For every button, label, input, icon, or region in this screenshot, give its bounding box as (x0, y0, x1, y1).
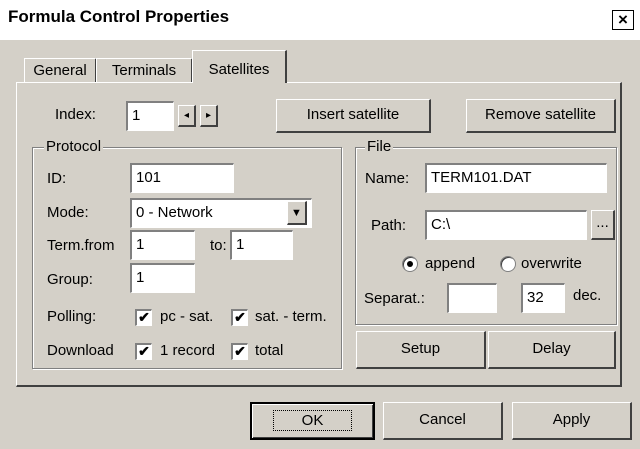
separat-label: Separat.: (364, 290, 425, 307)
separator-code-field[interactable]: 32 (521, 283, 565, 313)
name-field[interactable]: TERM101.DAT (425, 163, 607, 193)
one-record-checkbox[interactable]: ✔ (135, 343, 152, 360)
index-field[interactable]: 1 (126, 101, 174, 131)
delay-button[interactable]: Delay (488, 331, 616, 369)
index-next-button[interactable]: ▸ (200, 105, 218, 127)
dec-label: dec. (573, 287, 602, 304)
term-from-label: Term.from (47, 237, 115, 254)
protocol-group-label: Protocol (44, 138, 104, 155)
append-label: append (425, 255, 476, 272)
window-title: Formula Control Properties (8, 7, 230, 26)
polling-label: Polling: (47, 308, 97, 325)
path-label: Path: (371, 217, 407, 234)
checkmark-icon: ✔ (138, 343, 150, 359)
setup-button[interactable]: Setup (356, 331, 486, 369)
path-field[interactable]: C:\ (425, 210, 587, 240)
sat-term-checkbox[interactable]: ✔ (231, 309, 248, 326)
pc-sat-checkbox[interactable]: ✔ (135, 309, 152, 326)
term-to-field[interactable]: 1 (230, 230, 293, 260)
apply-button[interactable]: Apply (512, 402, 632, 440)
tab-general[interactable]: General (24, 58, 97, 83)
tab-terminals[interactable]: Terminals (96, 58, 193, 83)
mode-label: Mode: (47, 204, 89, 221)
ok-label: OK (272, 410, 353, 431)
remove-satellite-button[interactable]: Remove satellite (466, 99, 616, 133)
to-label: to: (210, 237, 227, 254)
total-checkbox[interactable]: ✔ (231, 343, 248, 360)
one-record-label: 1 record (160, 342, 216, 359)
checkmark-icon: ✔ (138, 309, 150, 325)
checkmark-icon: ✔ (234, 343, 246, 359)
mode-dropdown-button[interactable]: ▼ (287, 201, 307, 225)
overwrite-radio[interactable] (500, 256, 516, 272)
term-from-field[interactable]: 1 (130, 230, 195, 260)
append-radio[interactable] (402, 256, 418, 272)
tab-satellites[interactable]: Satellites (192, 50, 287, 83)
checkmark-icon: ✔ (234, 309, 246, 325)
group-label: Group: (47, 271, 93, 288)
group-field[interactable]: 1 (130, 263, 195, 293)
total-label: total (255, 342, 284, 359)
mode-value: 0 - Network (136, 204, 213, 221)
mode-select[interactable]: 0 - Network (130, 198, 312, 228)
id-field[interactable]: 101 (130, 163, 234, 193)
chevron-down-icon: ▼ (291, 207, 302, 219)
ok-button[interactable]: OK (250, 402, 375, 440)
index-label: Index: (55, 106, 96, 123)
download-label: Download (47, 342, 114, 359)
close-button[interactable]: × (612, 10, 634, 30)
cancel-button[interactable]: Cancel (383, 402, 503, 440)
arrow-left-icon: ◂ (183, 110, 190, 121)
browse-button[interactable]: ... (591, 210, 615, 240)
file-group-label: File (365, 138, 394, 155)
overwrite-label: overwrite (521, 255, 582, 272)
arrow-right-icon: ▸ (205, 110, 212, 121)
insert-satellite-button[interactable]: Insert satellite (276, 99, 431, 133)
id-label: ID: (47, 170, 67, 187)
sat-term-label: sat. - term. (255, 308, 327, 325)
name-label: Name: (365, 170, 410, 187)
index-prev-button[interactable]: ◂ (178, 105, 196, 127)
pc-sat-label: pc - sat. (160, 308, 214, 325)
radio-dot-icon (407, 261, 413, 267)
separator-field[interactable] (447, 283, 497, 313)
